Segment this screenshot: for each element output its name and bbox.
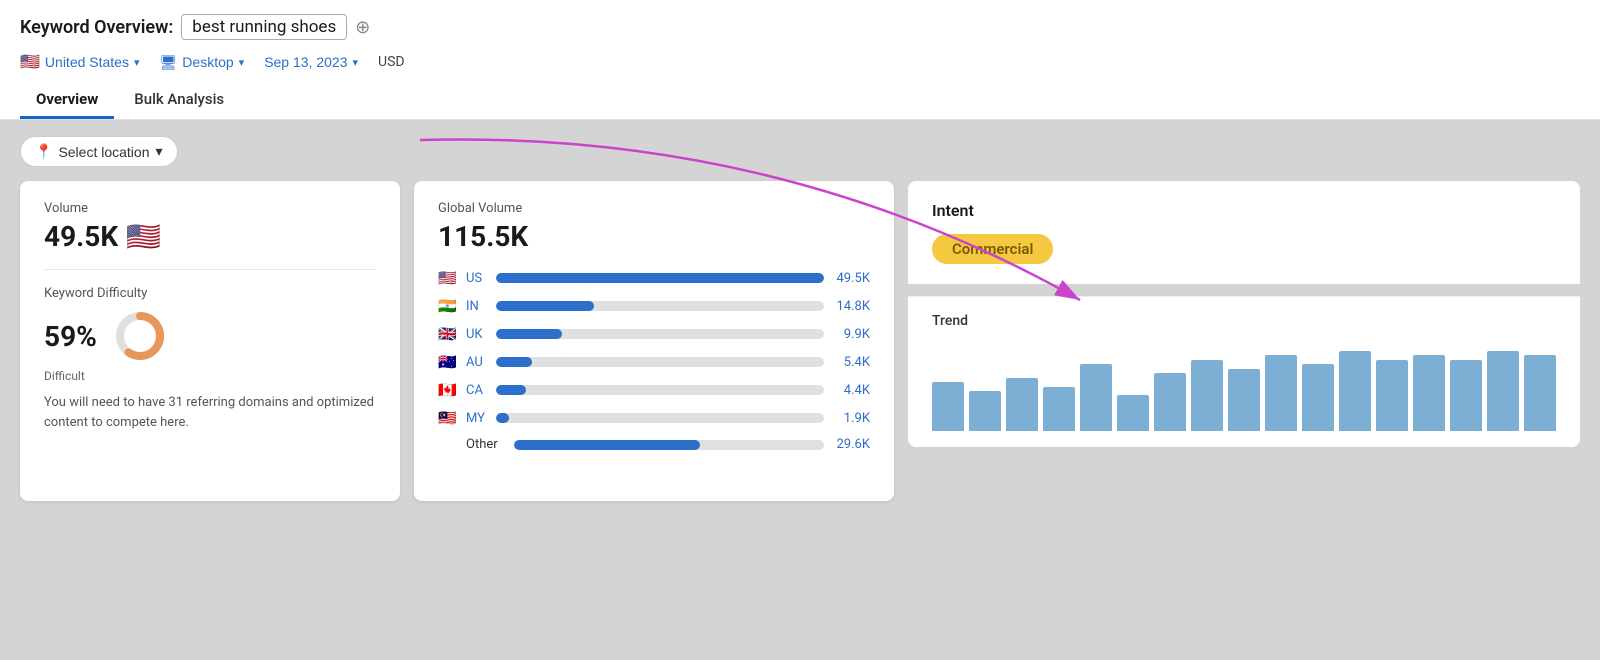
bar-value: 1.9K: [832, 411, 870, 426]
trend-bar: [1413, 355, 1445, 431]
location-pin-icon: 📍: [35, 143, 52, 160]
bar-fill: [496, 301, 594, 311]
country-bar-row: 🇬🇧 UK 9.9K: [438, 325, 870, 343]
keyword-value: best running shoes: [181, 14, 347, 40]
location-select-button[interactable]: 📍 Select location ▾: [20, 136, 178, 167]
trend-bar: [1265, 355, 1297, 431]
difficulty-description: You will need to have 31 referring domai…: [44, 393, 376, 432]
other-label: Other: [466, 437, 506, 452]
tab-overview[interactable]: Overview: [20, 82, 114, 119]
device-icon: 🖥: [160, 54, 178, 71]
bar-value: 9.9K: [832, 327, 870, 342]
volume-value: 49.5K 🇺🇸: [44, 220, 376, 253]
difficulty-value: 59%: [44, 320, 97, 353]
tab-bulk-analysis[interactable]: Bulk Analysis: [118, 82, 240, 119]
date-label: Sep 13, 2023: [264, 54, 347, 70]
trend-bar: [1450, 360, 1482, 431]
location-select-label: Select location: [58, 144, 149, 160]
date-filter[interactable]: Sep 13, 2023 ▾: [264, 54, 358, 70]
country-flag: 🇬🇧: [438, 325, 458, 343]
bar-track: [496, 273, 824, 283]
country-bar-row: 🇲🇾 MY 1.9K: [438, 409, 870, 427]
intent-label: Intent: [932, 201, 1556, 220]
difficulty-donut: [113, 309, 167, 363]
date-chevron: ▾: [352, 56, 358, 69]
bar-track: [496, 329, 824, 339]
trend-bar: [1376, 360, 1408, 431]
volume-label: Volume: [44, 201, 376, 216]
country-bars-container: 🇺🇸 US 49.5K 🇮🇳 IN 14.8K 🇬🇧 UK 9.9K 🇦🇺 AU: [438, 269, 870, 452]
trend-bar: [1080, 364, 1112, 431]
trend-bar: [1524, 355, 1556, 431]
country-bar-row: 🇨🇦 CA 4.4K: [438, 381, 870, 399]
difficulty-label: Keyword Difficulty: [44, 286, 376, 301]
bar-fill: [496, 413, 509, 423]
other-bar-track: [514, 440, 824, 450]
trend-bars-container: [932, 341, 1556, 431]
trend-bar: [1228, 369, 1260, 431]
commercial-badge: Commercial: [932, 234, 1053, 264]
bar-track: [496, 301, 824, 311]
bar-track: [496, 413, 824, 423]
location-filter[interactable]: 🇺🇸 United States ▾: [20, 52, 140, 72]
bar-fill: [496, 273, 824, 283]
trend-bar: [1043, 387, 1075, 431]
trend-bar: [1302, 364, 1334, 431]
country-flag: 🇨🇦: [438, 381, 458, 399]
country-flag: 🇲🇾: [438, 409, 458, 427]
add-keyword-icon[interactable]: ⊕: [355, 17, 370, 38]
other-bar-fill: [514, 440, 700, 450]
volume-card: Volume 49.5K 🇺🇸 Keyword Difficulty 59%: [20, 181, 400, 501]
country-code: UK: [466, 327, 488, 342]
other-bar-row: Other 29.6K: [438, 437, 870, 452]
country-code: IN: [466, 299, 488, 314]
location-select-chevron: ▾: [156, 143, 163, 160]
bar-value: 4.4K: [832, 383, 870, 398]
trend-bar: [1487, 351, 1519, 431]
intent-card: Intent Commercial: [908, 181, 1580, 284]
country-flag: 🇺🇸: [438, 269, 458, 287]
country-bar-row: 🇦🇺 AU 5.4K: [438, 353, 870, 371]
bar-value: 5.4K: [832, 355, 870, 370]
global-volume-label: Global Volume: [438, 201, 870, 216]
trend-bar: [1117, 395, 1149, 431]
device-filter[interactable]: 🖥 Desktop ▾: [160, 54, 245, 71]
bar-track: [496, 357, 824, 367]
trend-bar: [1339, 351, 1371, 431]
device-label: Desktop: [182, 54, 233, 70]
trend-card: Trend: [908, 296, 1580, 447]
other-bar-value: 29.6K: [832, 437, 870, 452]
device-chevron: ▾: [239, 56, 245, 69]
country-flag: 🇦🇺: [438, 353, 458, 371]
country-code: CA: [466, 383, 488, 398]
currency-label: USD: [378, 54, 405, 70]
trend-label: Trend: [932, 313, 1556, 329]
right-panel: Intent Commercial Trend: [908, 181, 1580, 447]
keyword-overview-label: Keyword Overview:: [20, 17, 173, 38]
location-chevron: ▾: [134, 56, 140, 69]
country-code: US: [466, 271, 488, 286]
trend-bar: [932, 382, 964, 431]
bar-fill: [496, 385, 526, 395]
country-code: AU: [466, 355, 488, 370]
global-volume-value: 115.5K: [438, 220, 870, 253]
trend-bar: [1006, 378, 1038, 431]
bar-value: 49.5K: [832, 271, 870, 286]
trend-bar: [969, 391, 1001, 431]
global-volume-card: Global Volume 115.5K 🇺🇸 US 49.5K 🇮🇳 IN 1…: [414, 181, 894, 501]
bar-value: 14.8K: [832, 299, 870, 314]
country-bar-row: 🇺🇸 US 49.5K: [438, 269, 870, 287]
bar-fill: [496, 329, 562, 339]
trend-bar: [1154, 373, 1186, 431]
volume-flag: 🇺🇸: [126, 220, 161, 253]
country-flag: 🇮🇳: [438, 297, 458, 315]
location-label: United States: [45, 54, 129, 70]
country-bar-row: 🇮🇳 IN 14.8K: [438, 297, 870, 315]
trend-bar: [1191, 360, 1223, 431]
bar-track: [496, 385, 824, 395]
bar-fill: [496, 357, 532, 367]
country-code: MY: [466, 411, 488, 426]
difficult-word: Difficult: [44, 369, 376, 383]
location-flag: 🇺🇸: [20, 52, 40, 72]
